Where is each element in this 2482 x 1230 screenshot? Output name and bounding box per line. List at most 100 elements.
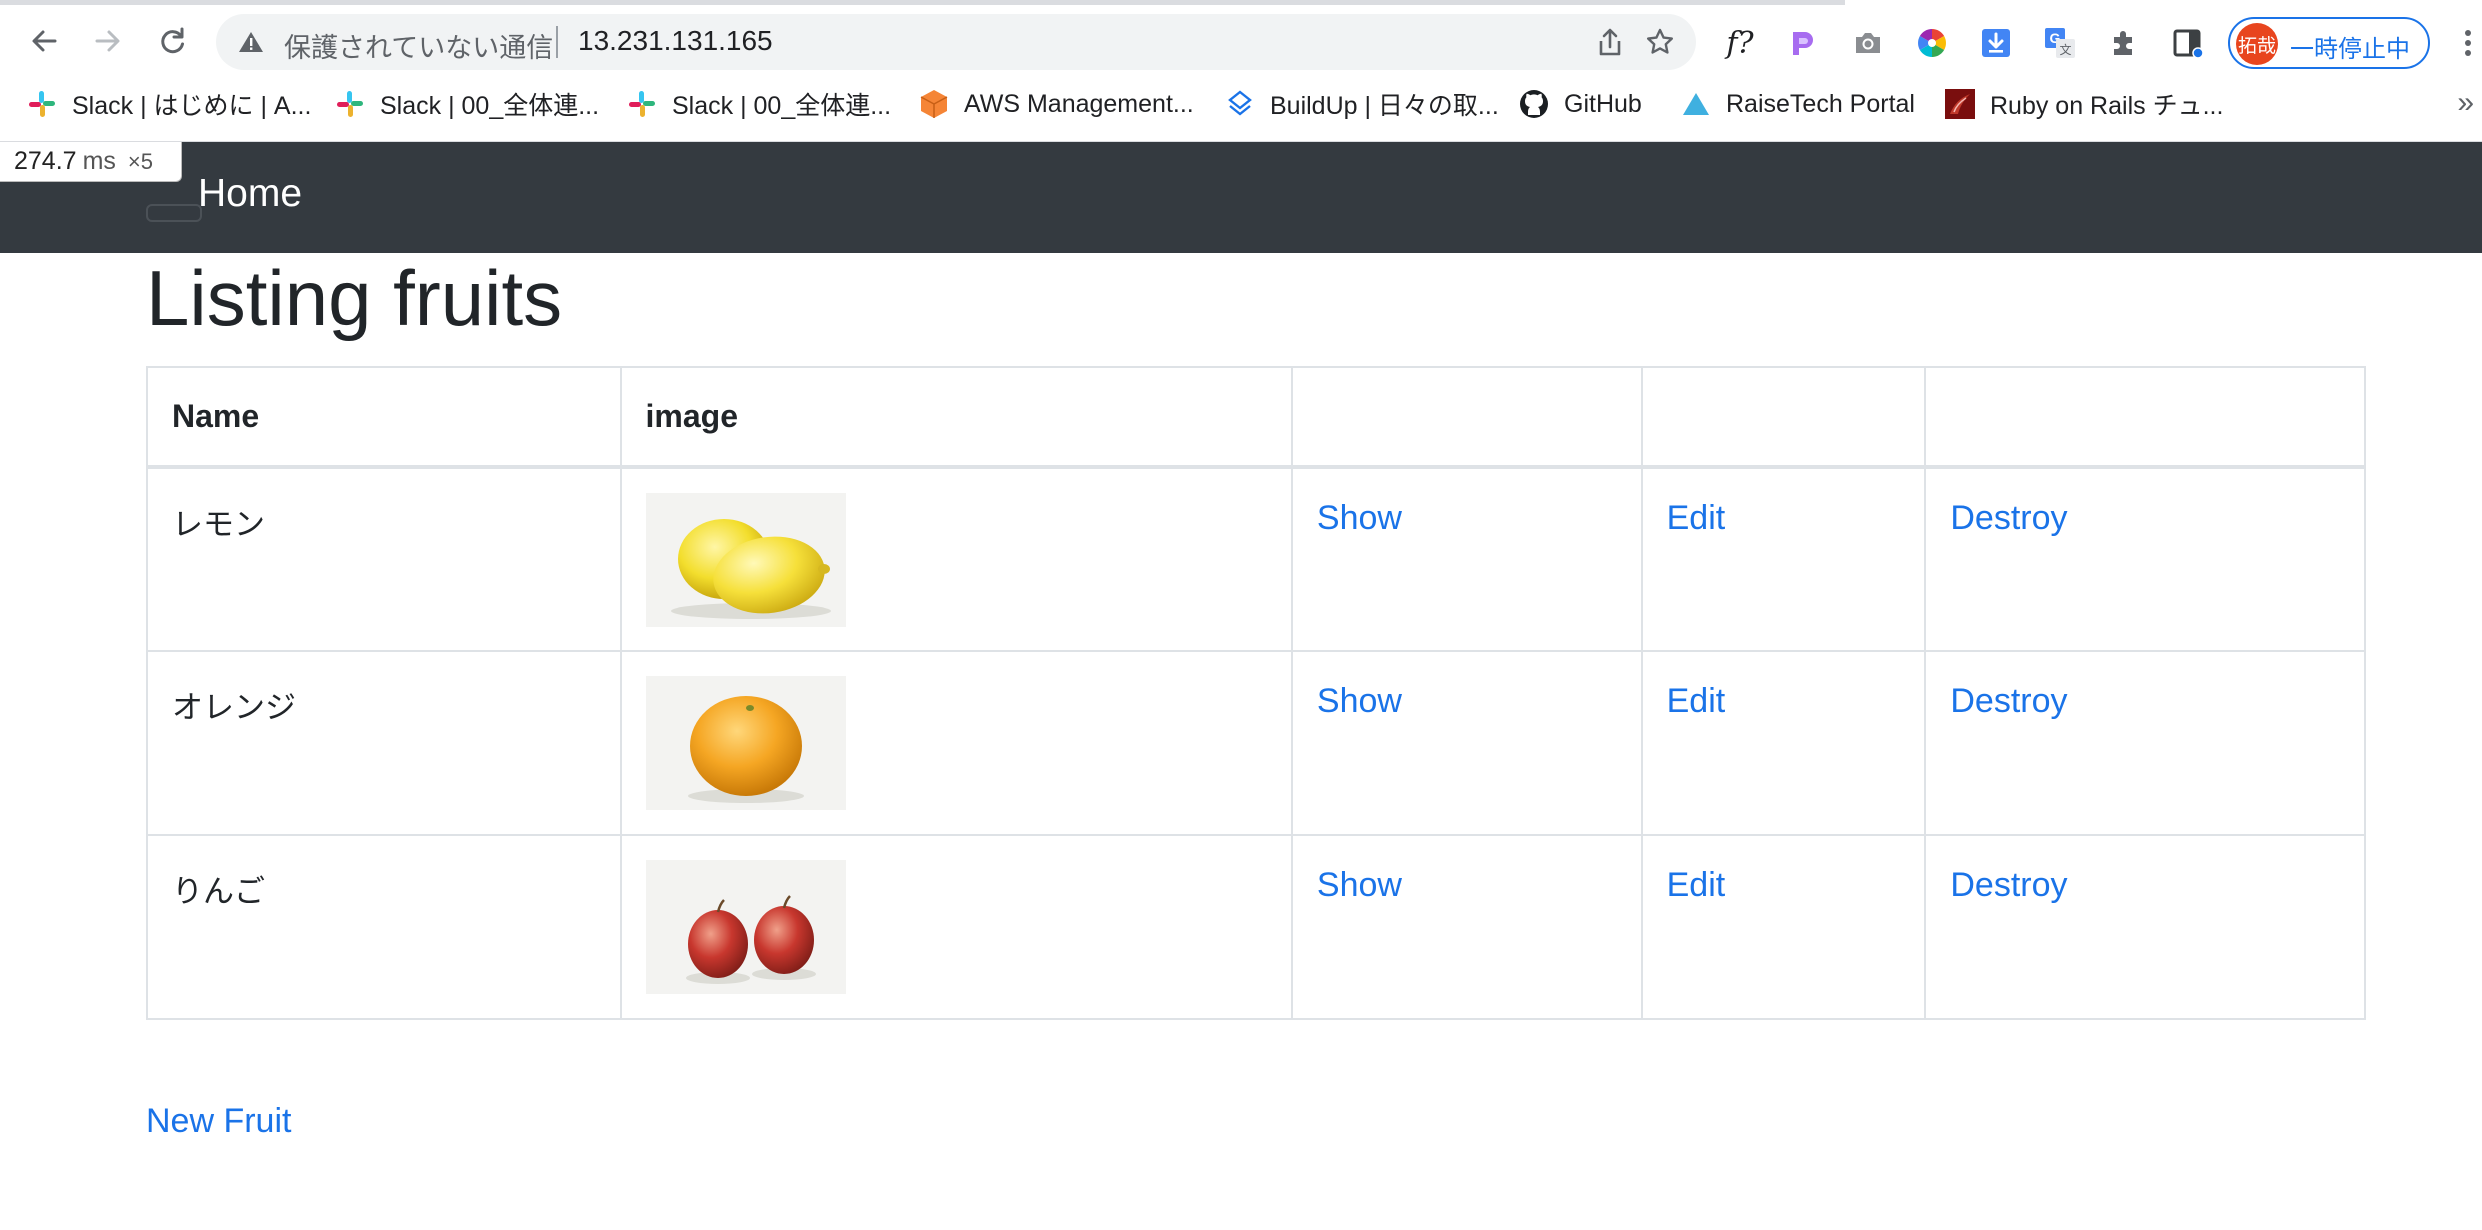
- bookmark-label: Slack | 00_全体連...: [672, 92, 892, 120]
- bookmark-label: Ruby on Rails チュ...: [1990, 92, 2224, 120]
- avatar: 拓哉: [2236, 23, 2278, 65]
- destroy-cell: Destroy: [1924, 650, 2366, 836]
- bookmark-raisetech[interactable]: RaiseTech Portal: [1680, 84, 1915, 124]
- bookmark-label: Slack | 00_全体連...: [380, 92, 600, 120]
- show-link[interactable]: Show: [1317, 682, 1402, 720]
- column-header-show: [1290, 366, 1643, 469]
- fruit-image-cell: [619, 834, 1293, 1020]
- side-panel-icon[interactable]: [2168, 23, 2208, 63]
- bookmarks-bar: Slack | はじめに | A... Slack | 00_全体連... Sl…: [0, 78, 2482, 130]
- edit-cell: Edit: [1640, 834, 1927, 1020]
- slack-icon: [334, 88, 366, 120]
- address-separator: [556, 26, 558, 58]
- browser-chrome: 保護されていない通信 13.231.131.165 f? G文 拓哉 一時停止中…: [0, 0, 2482, 142]
- page-title: Listing fruits: [146, 254, 563, 342]
- translate-icon[interactable]: G文: [2040, 23, 2080, 63]
- edit-link[interactable]: Edit: [1667, 682, 1726, 720]
- destroy-link[interactable]: Destroy: [1950, 682, 2067, 720]
- not-secure-warning-icon[interactable]: [238, 30, 264, 59]
- show-link[interactable]: Show: [1317, 866, 1402, 904]
- perf-value: 274.7: [14, 147, 77, 175]
- table-row: りんご Show Edit Destroy: [146, 834, 2366, 1020]
- fruits-table: Name image レモン Show Edit Destroy オレンジ Sh…: [146, 366, 2366, 1020]
- bookmark-aws[interactable]: AWS Management...: [918, 84, 1194, 124]
- bookmark-label: Slack | はじめに | A...: [72, 92, 312, 120]
- bookmark-slack-1[interactable]: Slack | はじめに | A...: [26, 84, 311, 124]
- url-text[interactable]: 13.231.131.165: [578, 25, 773, 57]
- navbar-home-link[interactable]: Home: [198, 172, 302, 216]
- camera-icon[interactable]: [1848, 23, 1888, 63]
- address-bar[interactable]: 保護されていない通信 13.231.131.165: [216, 14, 1696, 70]
- navbar: Home: [0, 142, 2482, 253]
- color-picker-icon[interactable]: [1912, 23, 1952, 63]
- back-icon[interactable]: [22, 19, 66, 63]
- extensions-puzzle-icon[interactable]: [2104, 23, 2144, 63]
- raisetech-icon: [1680, 88, 1712, 120]
- show-cell: Show: [1290, 650, 1643, 836]
- navbar-toggler-button[interactable]: [146, 204, 202, 222]
- fruit-name-cell: オレンジ: [146, 650, 622, 836]
- perf-count: ×5: [127, 148, 153, 174]
- profile-status-label: 一時停止中: [2290, 35, 2410, 63]
- fruit-name-cell: レモン: [146, 466, 622, 652]
- reload-icon[interactable]: [150, 19, 194, 63]
- destroy-link[interactable]: Destroy: [1950, 866, 2067, 904]
- formula-extension-icon[interactable]: f?: [1720, 23, 1760, 63]
- edit-cell: Edit: [1640, 650, 1927, 836]
- bookmark-label: AWS Management...: [964, 89, 1194, 118]
- orange-image: [645, 676, 846, 810]
- column-header-image: image: [619, 366, 1293, 469]
- fruit-image-cell: [619, 650, 1293, 836]
- performance-badge: 274.7 ms ×5: [0, 142, 182, 182]
- bookmark-buildup[interactable]: BuildUp | 日々の取...: [1224, 84, 1499, 124]
- purple-extension-icon[interactable]: [1782, 23, 1822, 63]
- slack-icon: [626, 88, 658, 120]
- profile-button[interactable]: 拓哉 一時停止中: [2228, 17, 2430, 69]
- bookmarks-overflow-chevron-icon[interactable]: »: [2457, 86, 2474, 120]
- download-extension-icon[interactable]: [1976, 23, 2016, 63]
- bookmark-slack-3[interactable]: Slack | 00_全体連...: [626, 84, 891, 124]
- bookmark-rails[interactable]: Ruby on Rails チュ...: [1944, 84, 2223, 124]
- browser-toolbar: 保護されていない通信 13.231.131.165 f? G文 拓哉 一時停止中: [0, 5, 2482, 77]
- apple-image: [645, 860, 846, 994]
- fruit-image-cell: [619, 466, 1293, 652]
- buildup-icon: [1224, 88, 1256, 120]
- browser-menu-icon[interactable]: [2448, 23, 2482, 63]
- bookmark-github[interactable]: GitHub: [1518, 84, 1642, 124]
- perf-unit: ms: [82, 147, 116, 175]
- github-icon: [1518, 88, 1550, 120]
- edit-link[interactable]: Edit: [1667, 866, 1726, 904]
- bookmark-label: GitHub: [1564, 89, 1642, 118]
- fruit-name: レモン: [172, 507, 265, 543]
- destroy-link[interactable]: Destroy: [1950, 499, 2067, 537]
- edit-link[interactable]: Edit: [1667, 499, 1726, 537]
- share-icon[interactable]: [1594, 26, 1626, 58]
- security-status-text[interactable]: 保護されていない通信: [284, 26, 553, 65]
- fruit-name: りんご: [172, 874, 265, 910]
- bookmark-label: BuildUp | 日々の取...: [1270, 92, 1499, 120]
- bookmark-label: RaiseTech Portal: [1726, 89, 1915, 118]
- forward-icon[interactable]: [86, 19, 130, 63]
- aws-icon: [918, 88, 950, 120]
- destroy-cell: Destroy: [1924, 466, 2366, 652]
- bookmark-star-icon[interactable]: [1644, 26, 1676, 58]
- new-fruit-link[interactable]: New Fruit: [146, 1102, 291, 1141]
- lemon-image: [645, 493, 846, 627]
- table-header-row: Name image: [146, 366, 2366, 469]
- table-row: レモン Show Edit Destroy: [146, 466, 2366, 652]
- fruit-name-cell: りんご: [146, 834, 622, 1020]
- column-header-edit: [1640, 366, 1927, 469]
- svg-text:文: 文: [2059, 42, 2071, 57]
- rails-icon: [1944, 88, 1976, 120]
- column-header-name: Name: [146, 366, 622, 469]
- table-row: オレンジ Show Edit Destroy: [146, 650, 2366, 836]
- show-cell: Show: [1290, 834, 1643, 1020]
- bookmark-slack-2[interactable]: Slack | 00_全体連...: [334, 84, 599, 124]
- show-link[interactable]: Show: [1317, 499, 1402, 537]
- column-header-destroy: [1924, 366, 2366, 469]
- show-cell: Show: [1290, 466, 1643, 652]
- fruit-name: オレンジ: [172, 690, 296, 726]
- destroy-cell: Destroy: [1924, 834, 2366, 1020]
- edit-cell: Edit: [1640, 466, 1927, 652]
- slack-icon: [26, 88, 58, 120]
